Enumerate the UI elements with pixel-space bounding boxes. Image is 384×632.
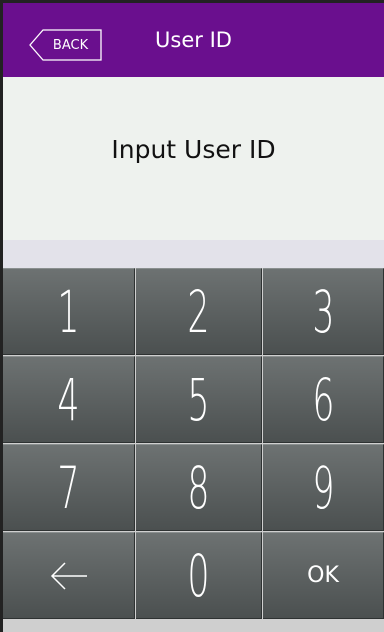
key-6[interactable]: 6 bbox=[263, 356, 384, 443]
key-0[interactable]: 0 bbox=[136, 532, 262, 619]
prompt-area: Input User ID bbox=[3, 77, 384, 240]
key-1[interactable]: 1 bbox=[3, 268, 135, 355]
key-7-label: 7 bbox=[57, 453, 80, 522]
key-6-label: 6 bbox=[311, 365, 335, 434]
input-display-band bbox=[3, 240, 384, 268]
key-9[interactable]: 9 bbox=[263, 444, 384, 531]
key-9-label: 9 bbox=[311, 453, 335, 522]
key-2-label: 2 bbox=[187, 277, 210, 346]
ok-key[interactable]: OK bbox=[263, 532, 384, 619]
back-button-label: BACK bbox=[52, 37, 89, 53]
header-bar: User ID BACK bbox=[3, 3, 384, 77]
left-arrow-icon bbox=[50, 561, 87, 590]
key-3[interactable]: 3 bbox=[263, 268, 384, 355]
key-1-label: 1 bbox=[57, 277, 80, 346]
input-prompt: Input User ID bbox=[111, 135, 276, 164]
key-8[interactable]: 8 bbox=[136, 444, 262, 531]
key-4[interactable]: 4 bbox=[3, 356, 135, 443]
numeric-keypad: 1 2 3 4 5 6 7 8 9 0 OK bbox=[3, 268, 384, 632]
key-7[interactable]: 7 bbox=[3, 444, 135, 531]
back-button[interactable]: BACK bbox=[29, 29, 102, 61]
backspace-key[interactable] bbox=[3, 532, 135, 619]
key-5[interactable]: 5 bbox=[136, 356, 262, 443]
key-3-label: 3 bbox=[311, 277, 335, 346]
key-0-label: 0 bbox=[187, 541, 210, 610]
key-4-label: 4 bbox=[57, 365, 80, 434]
key-8-label: 8 bbox=[187, 453, 210, 522]
ok-key-label: OK bbox=[307, 563, 339, 588]
key-5-label: 5 bbox=[187, 365, 210, 434]
key-2[interactable]: 2 bbox=[136, 268, 262, 355]
